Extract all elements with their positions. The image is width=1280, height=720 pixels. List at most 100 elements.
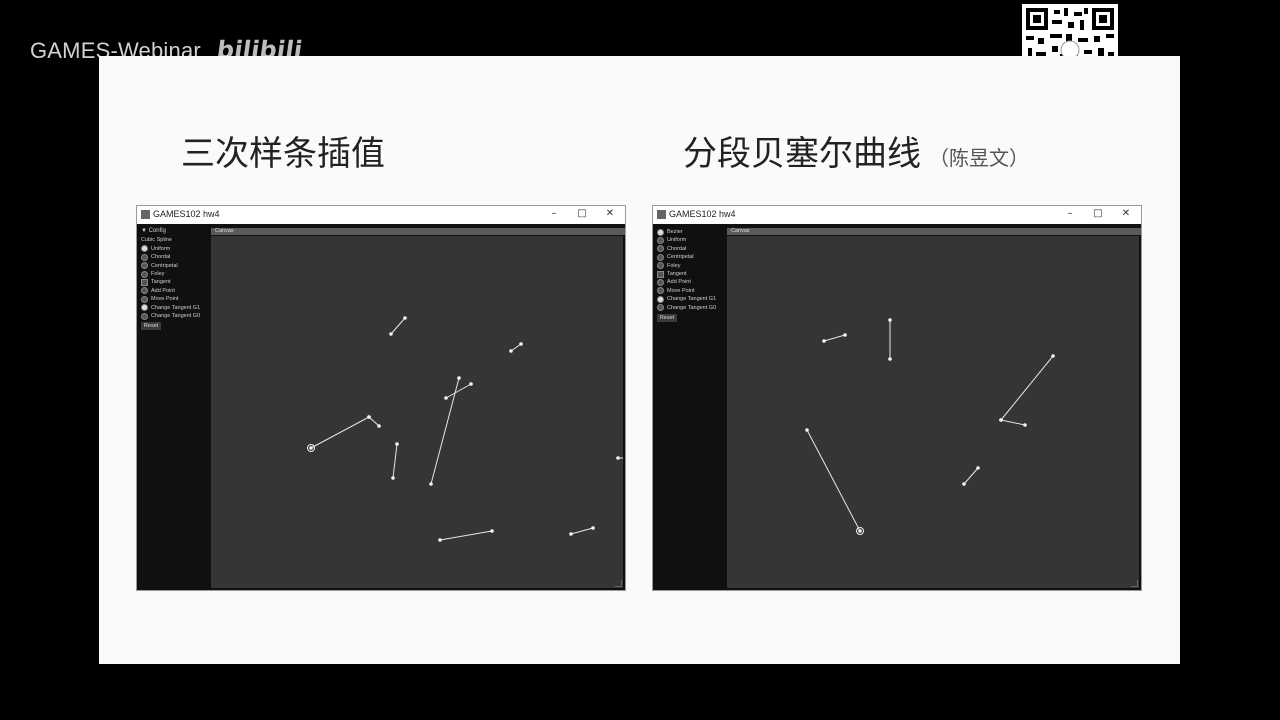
panel-item-label: Move Point (667, 287, 695, 294)
control-point[interactable] (389, 332, 393, 336)
curve-segment[interactable] (888, 318, 892, 361)
curve-segment[interactable] (822, 333, 847, 343)
segment-line (1000, 419, 1026, 426)
panel-item-bezier[interactable]: Bezier (657, 228, 683, 236)
panel-item-uniform[interactable]: Uniform (141, 245, 170, 253)
control-point[interactable] (490, 529, 494, 533)
control-point[interactable] (519, 342, 523, 346)
maximize-icon[interactable]: □ (575, 208, 589, 219)
control-point[interactable] (858, 529, 862, 533)
close-icon[interactable]: ✕ (603, 208, 617, 219)
control-point[interactable] (569, 532, 573, 536)
curve-segment[interactable] (389, 316, 407, 336)
canvas-header[interactable]: Canvas (727, 228, 1141, 235)
segment-line (392, 443, 398, 479)
resize-handle[interactable] (1131, 580, 1138, 587)
panel-item-chordal[interactable]: Chordal (657, 245, 686, 253)
radio-icon (657, 262, 664, 270)
curve-segment[interactable] (438, 529, 494, 542)
panel-item-foley[interactable]: Foley (657, 262, 680, 270)
control-point[interactable] (509, 349, 513, 353)
panel-item-cubic-spline: Cubic Spline (141, 236, 172, 244)
panel-item-centripetal[interactable]: Centripetal (141, 262, 178, 270)
panel-item-change-tangent-g1[interactable]: Change Tangent G1 (657, 295, 716, 303)
drawing-canvas[interactable] (727, 236, 1139, 588)
segment-line (390, 317, 406, 335)
control-point[interactable] (822, 339, 826, 343)
app-window-right: GAMES102 hw4 – □ ✕ Bezier Uniform Chordal C… (652, 205, 1142, 591)
curve-segment[interactable] (999, 418, 1027, 427)
control-point[interactable] (309, 446, 313, 450)
radio-icon (141, 262, 148, 270)
maximize-icon[interactable]: □ (1091, 208, 1105, 219)
control-point[interactable] (403, 316, 407, 320)
panel-item-move-point[interactable]: Move Point (657, 287, 695, 295)
panel-item-label: Uniform (151, 245, 171, 252)
control-point[interactable] (616, 456, 620, 460)
control-point[interactable] (1023, 423, 1027, 427)
control-point[interactable] (999, 418, 1003, 422)
window-titlebar[interactable]: GAMES102 hw4 – □ ✕ (653, 206, 1141, 224)
minimize-icon[interactable]: – (547, 208, 561, 219)
control-point[interactable] (888, 357, 892, 361)
control-point[interactable] (962, 482, 966, 486)
panel-item-centripetal[interactable]: Centripetal (657, 253, 694, 261)
panel-item-add-point[interactable]: Add Point (657, 278, 691, 286)
panel-item-config: ▼ Config (141, 228, 166, 234)
curve-segment[interactable] (569, 526, 595, 536)
curve-segment[interactable] (391, 442, 399, 480)
panel-item-label: Tangent (667, 271, 687, 277)
radio-icon (657, 236, 664, 244)
control-point[interactable] (391, 476, 395, 480)
right-title-author: （陈昱文） (929, 146, 1029, 170)
reset-button[interactable]: Reset (141, 322, 161, 331)
curve-segment[interactable] (367, 415, 381, 428)
panel-item-add-point[interactable]: Add Point (141, 287, 175, 295)
control-point[interactable] (438, 538, 442, 542)
panel-item-tangent[interactable]: Tangent (141, 278, 171, 286)
reset-button[interactable]: Reset (657, 314, 677, 322)
curve-segment[interactable] (805, 428, 862, 533)
curve-segment[interactable] (309, 415, 371, 450)
panel-item-change-tangent-g1[interactable]: Change Tangent G1 (141, 304, 200, 312)
curve-segment[interactable] (616, 456, 623, 460)
panel-item-move-point[interactable]: Move Point (141, 295, 179, 303)
drawing-canvas[interactable] (211, 236, 623, 588)
control-point[interactable] (843, 333, 847, 337)
control-point[interactable] (367, 415, 371, 419)
canvas-header[interactable]: Canvas (211, 228, 625, 235)
curve-segment[interactable] (444, 382, 473, 400)
panel-item-change-tangent-g0[interactable]: Change Tangent G0 (657, 304, 716, 312)
control-point[interactable] (888, 318, 892, 322)
curve-segment[interactable] (509, 342, 523, 353)
minimize-icon[interactable]: – (1063, 208, 1077, 219)
window-titlebar[interactable]: GAMES102 hw4 – □ ✕ (137, 206, 625, 224)
resize-handle[interactable] (615, 580, 622, 587)
control-point[interactable] (591, 526, 595, 530)
control-point[interactable] (429, 482, 433, 486)
radio-icon (141, 253, 148, 261)
checkbox-icon (141, 278, 148, 286)
app-icon (657, 210, 666, 219)
control-point[interactable] (1051, 354, 1055, 358)
control-point[interactable] (457, 376, 461, 380)
curve-segment[interactable] (999, 354, 1055, 422)
panel-item-label: Move Point (151, 296, 179, 303)
close-icon[interactable]: ✕ (1119, 208, 1133, 219)
panel-item-tangent[interactable]: Tangent (657, 270, 687, 278)
control-point[interactable] (976, 466, 980, 470)
panel-item-change-tangent-g0[interactable]: Change Tangent G0 (141, 312, 200, 320)
control-point[interactable] (469, 382, 473, 386)
panel-item-chordal[interactable]: Chordal (141, 253, 170, 261)
control-point[interactable] (377, 424, 381, 428)
radio-icon (141, 270, 148, 278)
curve-segment[interactable] (962, 466, 980, 486)
panel-item-label: Add Point (151, 287, 175, 294)
canvas-svg (307, 316, 623, 542)
control-point[interactable] (444, 396, 448, 400)
panel-item-foley[interactable]: Foley (141, 270, 164, 278)
control-point[interactable] (805, 428, 809, 432)
control-point[interactable] (395, 442, 399, 446)
panel-item-label: Foley (151, 271, 165, 277)
panel-item-uniform[interactable]: Uniform (657, 236, 686, 244)
